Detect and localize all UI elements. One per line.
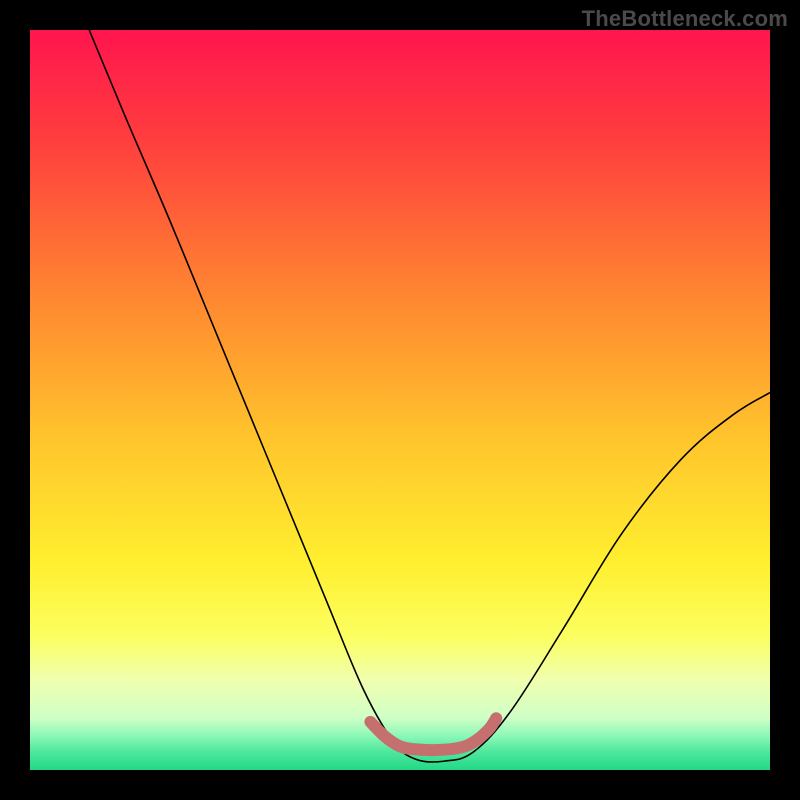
chart-frame: TheBottleneck.com [0,0,800,800]
watermark-text: TheBottleneck.com [582,6,788,32]
plot-area [30,30,770,770]
bottleneck-chart [30,30,770,770]
heat-gradient-background [30,30,770,770]
